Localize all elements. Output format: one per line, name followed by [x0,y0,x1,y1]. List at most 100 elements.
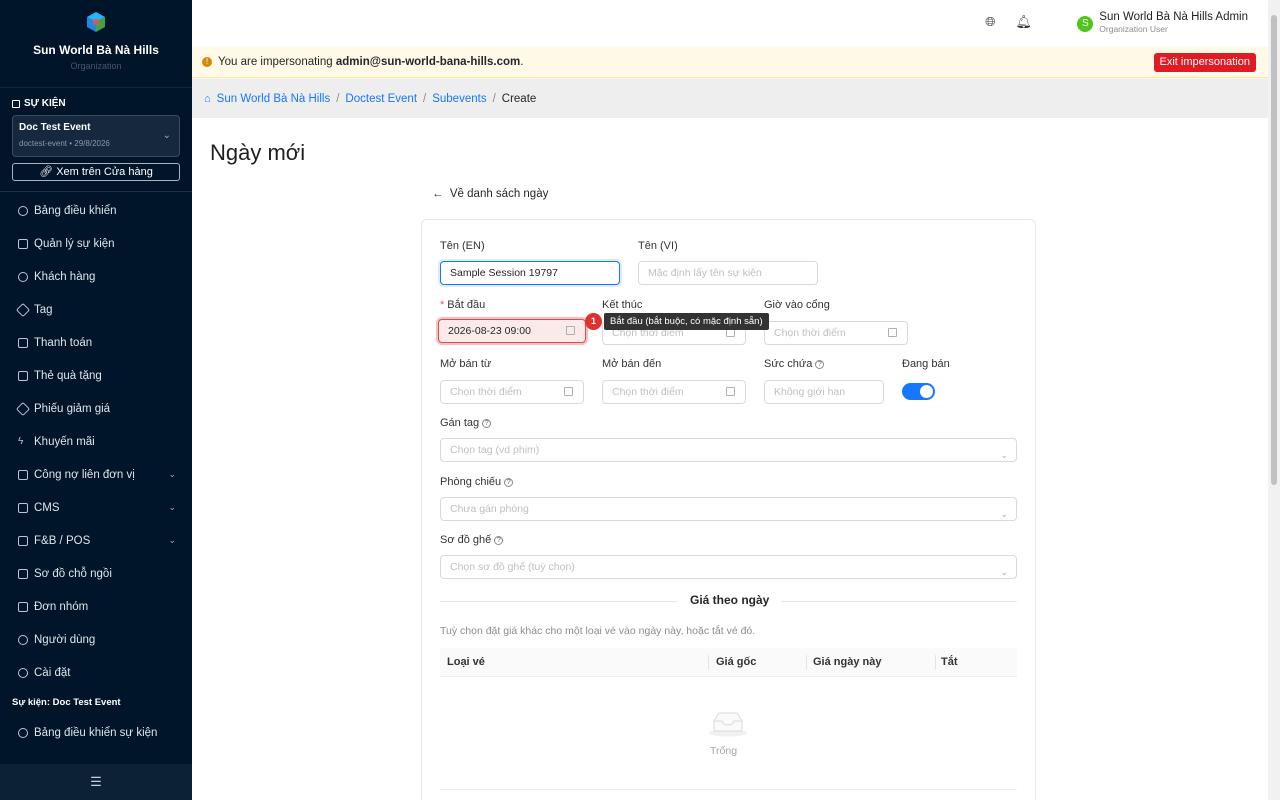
tag-label: Gán tag? [440,417,492,429]
name-en-input[interactable]: Sample Session 19797 [440,261,620,285]
avatar: S [1077,16,1094,32]
user-menu[interactable]: S Sun World Bà Nà Hills Admin Organizati… [1077,11,1248,34]
sidebar-item-settings[interactable]: Cài đặt [0,656,192,689]
view-store-button[interactable]: 🔗︎ Xem trên Cửa hàng [12,163,180,181]
brand[interactable]: Sun World Bà Nà Hills Organization [0,0,192,88]
sidebar-item-debts[interactable]: Công nợ liên đơn vị ⌄ [0,458,192,491]
coupon-icon [15,401,31,416]
gate-label: Giờ vào cổng [764,299,830,311]
capacity-input[interactable]: Không giới hạn [764,380,884,404]
user-role: Organization User [1099,24,1168,34]
sidebar-item-group-orders[interactable]: Đơn nhóm [0,590,192,623]
user-name: Sun World Bà Nà Hills Admin [1099,11,1248,23]
back-link[interactable]: ← Về danh sách ngày [432,188,548,200]
event-meta: doctest-event • 29/8/2026 [19,139,110,148]
org-type: Organization [70,61,122,71]
seatmap-select[interactable]: Chọn sơ đồ ghế (tuỳ chọn) ⌄ [440,555,1017,579]
chevron-down-icon: ⌄ [168,502,176,512]
tag-icon [15,302,31,317]
sidebar-item-giftcards[interactable]: Thẻ quà tặng [0,359,192,392]
sidebar-item-seatmap[interactable]: Sơ đồ chỗ ngồi [0,557,192,590]
sale-to-input[interactable]: Chọn thời điểm [602,380,746,404]
debt-icon [18,469,28,480]
breadcrumb-subevents[interactable]: Subevents [432,93,486,105]
impersonated-email: admin@sun-world-bana-hills.com [335,56,521,68]
collapse-sidebar-button[interactable]: ☰ [0,764,192,800]
name-vi-label: Tên (VI) [638,240,678,252]
breadcrumb: ⌂ Sun World Bà Nà Hills / Doctest Event / … [192,79,1268,118]
pos-icon [18,535,28,546]
event-selector[interactable]: Doc Test Event doctest-event • 29/8/2026… [12,115,180,157]
exit-impersonation-button[interactable]: Exit impersonation [1153,53,1256,72]
gift-icon [18,370,28,381]
start-date-input[interactable]: 2026-08-23 09:00 [438,319,586,343]
event-menu: Bảng điều khiển sự kiện [0,716,192,749]
calendar-icon [566,326,575,335]
menu-fold-icon: ☰ [90,774,102,789]
sale-from-input[interactable]: Chọn thời điểm [440,380,584,404]
sidebar-item-payment[interactable]: Thanh toán [0,326,192,359]
name-vi-input[interactable]: Mặc định lấy tên sự kiện [638,261,818,285]
main-content: Ngày mới ← Về danh sách ngày Tên (EN) Sa… [192,118,1268,800]
warning-icon: ! [202,57,212,67]
top-icons: 🌐︎ 🔔︎ [985,14,1032,30]
chevron-down-icon: ⌄ [168,535,176,545]
help-icon: ? [494,535,504,545]
tag-select[interactable]: Chọn tag (vd phim) ⌄ [440,438,1017,462]
sidebar-item-events[interactable]: Quản lý sự kiện [0,227,192,260]
room-select[interactable]: Chưa gán phòng ⌄ [440,497,1017,521]
top-bar: 🌐︎ 🔔︎ S Sun World Bà Nà Hills Admin Orga… [192,0,1268,47]
dashboard-icon [18,727,28,738]
scrollbar-thumb[interactable] [1271,15,1277,485]
calendar-icon [18,238,28,249]
chevron-down-icon: ⌄ [162,130,171,141]
scrollbar[interactable] [1268,0,1280,800]
sidebar-item-promotions[interactable]: ϟ Khuyến mãi [0,425,192,458]
bell-icon[interactable]: 🔔︎ [1015,14,1032,30]
gate-time-input[interactable]: Chọn thời điểm [764,321,908,345]
empty-text: Trống [710,745,738,757]
col-ticket-type: Loại vé [447,656,485,668]
form-card: Tên (EN) Sample Session 19797 Tên (VI) M… [421,219,1036,800]
sidebar-menu: Bảng điều khiển Quản lý sự kiện Khách hà… [0,194,192,689]
impersonation-banner: ! You are impersonating admin@sun-world-… [192,47,1268,78]
pricing-description: Tuỳ chọn đặt giá khác cho một loại vé và… [440,625,756,637]
calendar-icon [564,387,573,396]
user-icon [18,271,28,282]
group-icon [18,601,28,612]
breadcrumb-home[interactable]: Sun World Bà Nà Hills [217,93,331,105]
globe-icon[interactable]: 🌐︎ [985,14,995,30]
calendar-icon [12,99,20,108]
sidebar-item-tag[interactable]: Tag [0,293,192,326]
col-disable: Tắt [941,656,958,668]
sidebar-item-cms[interactable]: CMS ⌄ [0,491,192,524]
empty-inbox-icon [709,712,747,737]
home-icon: ⌂ [204,92,211,105]
room-label: Phòng chiếu? [440,476,514,488]
pricing-divider: Giá theo ngày [440,593,1017,607]
sidebar-item-fnb-pos[interactable]: F&B / POS ⌄ [0,524,192,557]
promo-icon: ϟ [18,435,24,447]
capacity-label: Sức chứa? [764,358,825,370]
table-bottom-border [440,789,1017,790]
help-icon: ? [815,359,825,369]
chevron-down-icon: ⌄ [1000,509,1008,519]
breadcrumb-event[interactable]: Doctest Event [345,93,417,105]
col-base-price: Giá gốc [716,656,757,668]
sidebar-item-users[interactable]: Người dùng [0,623,192,656]
chevron-down-icon: ⌄ [168,469,176,479]
on-sale-toggle[interactable] [902,383,935,400]
event-name: Doc Test Event [19,122,91,133]
sidebar-item-dashboard[interactable]: Bảng điều khiển [0,194,192,227]
arrow-left-icon: ← [432,188,444,200]
sale-from-label: Mở bán từ [440,358,492,370]
step-badge: 1 [585,313,602,330]
chevron-down-icon: ⌄ [1000,450,1008,460]
cms-icon [18,502,28,513]
sidebar-item-coupons[interactable]: Phiếu giảm giá [0,392,192,425]
pricing-table-header: Loại vé Giá gốc Giá ngày này Tắt [440,648,1017,677]
sidebar-item-customers[interactable]: Khách hàng [0,260,192,293]
sidebar-item-event-dashboard[interactable]: Bảng điều khiển sự kiện [0,716,192,749]
col-day-price: Giá ngày này [813,656,882,668]
link-icon: 🔗︎ [39,166,54,178]
